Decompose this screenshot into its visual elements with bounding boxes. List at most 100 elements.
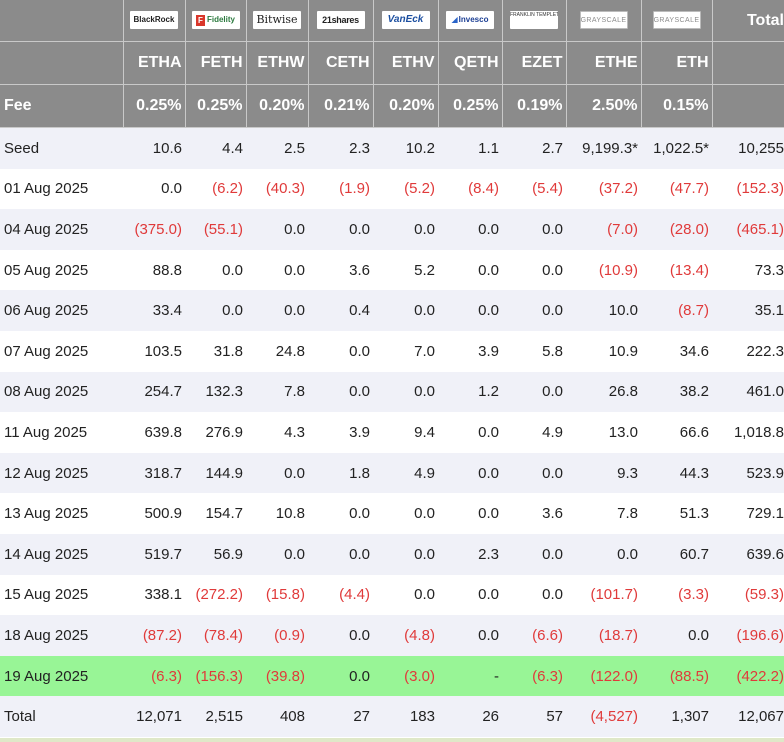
table-cell: 38.2	[641, 371, 712, 413]
table-cell: (10.9)	[566, 249, 641, 291]
table-cell: 73.3	[712, 249, 784, 291]
fee-ceth: 0.21%	[308, 84, 374, 128]
table-cell: 0.0	[502, 371, 566, 413]
table-cell: 51.3	[641, 493, 712, 534]
table-cell: 0.0	[308, 615, 373, 656]
issuer-logo-grayscale-ethe: GRAYSCALE	[566, 0, 642, 42]
table-cell: 12,071	[123, 696, 185, 737]
ticker-qeth: QETH	[438, 41, 503, 85]
table-cell: 132.3	[185, 371, 246, 413]
table-cell: 0.0	[502, 452, 566, 494]
row-label: 12 Aug 2025	[0, 452, 123, 494]
table-cell: 144.9	[185, 452, 246, 494]
table-cell: 60.7	[641, 533, 712, 575]
total-header: Total	[712, 0, 784, 42]
table-cell: 13.0	[566, 412, 641, 453]
table-cell: (196.6)	[712, 615, 784, 656]
row-label: Seed	[0, 127, 123, 169]
fee-label: Fee	[0, 84, 124, 128]
table-cell: 24.8	[246, 330, 308, 372]
row-label: 01 Aug 2025	[0, 168, 123, 210]
table-cell: 0.0	[438, 209, 502, 250]
fidelity-mark: F	[195, 14, 205, 26]
21shares-logo: 21shares	[316, 11, 365, 30]
table-row: 06 Aug 2025 33.4 0.0 0.0 0.4 0.0 0.0 0.0 10.0 (8.…	[0, 290, 784, 331]
table-cell: 338.1	[123, 574, 185, 616]
etf-flows-table: BlackRock F Fidelity Bitwise 21shares Van…	[0, 0, 784, 737]
table-cell: 5.8	[502, 330, 566, 372]
table-cell: (6.3)	[502, 655, 566, 697]
table-cell: 2.3	[308, 127, 373, 169]
row-label: 07 Aug 2025	[0, 330, 123, 372]
table-cell: 0.0	[373, 493, 438, 534]
table-cell: (18.7)	[566, 615, 641, 656]
ticker-row: ETHA FETH ETHW CETH ETHV QETH EZET ETHE …	[0, 41, 784, 85]
table-cell: 103.5	[123, 330, 185, 372]
fee-qeth: 0.25%	[438, 84, 503, 128]
table-cell: 639.8	[123, 412, 185, 453]
table-cell: 1,307	[641, 696, 712, 737]
table-cell: 0.0	[438, 290, 502, 331]
table-cell: 10.6	[123, 127, 185, 169]
table-cell: (1.9)	[308, 168, 373, 210]
ticker-ethv: ETHV	[373, 41, 439, 85]
table-cell: 0.0	[502, 249, 566, 291]
fee-row: Fee 0.25% 0.25% 0.20% 0.21% 0.20% 0.25% …	[0, 84, 784, 128]
table-cell: 0.0	[566, 533, 641, 575]
invesco-logo: ◢Invesco	[446, 11, 494, 30]
ticker-ethw: ETHW	[246, 41, 309, 85]
table-cell: (39.8)	[246, 655, 308, 697]
table-cell: (5.2)	[373, 168, 438, 210]
flow-rows: Seed 10.6 4.4 2.5 2.3 10.2 1.1 2.7 9,199.3* 1,022…	[0, 127, 784, 737]
table-cell: 66.6	[641, 412, 712, 453]
ticker-ezet: EZET	[502, 41, 567, 85]
table-cell: 0.0	[502, 209, 566, 250]
row-label: 14 Aug 2025	[0, 533, 123, 575]
table-cell: 276.9	[185, 412, 246, 453]
table-cell: (40.3)	[246, 168, 308, 210]
table-cell: 34.6	[641, 330, 712, 372]
grayscale-logo: GRAYSCALE	[652, 11, 701, 30]
blackrock-logo: BlackRock	[130, 11, 178, 30]
table-cell: (4,527)	[566, 696, 641, 737]
table-cell: (7.0)	[566, 209, 641, 250]
table-cell: 27	[308, 696, 373, 737]
fee-total-cell	[712, 84, 784, 128]
table-cell: 2.5	[246, 127, 308, 169]
ticker-etha: ETHA	[123, 41, 186, 85]
ticker-label-cell	[0, 41, 124, 85]
table-cell: 0.0	[438, 412, 502, 453]
row-label: 06 Aug 2025	[0, 290, 123, 331]
table-cell: 3.6	[502, 493, 566, 534]
table-cell: (37.2)	[566, 168, 641, 210]
table-cell: (78.4)	[185, 615, 246, 656]
table-cell: (5.4)	[502, 168, 566, 210]
table-cell: (4.8)	[373, 615, 438, 656]
table-cell: 461.0	[712, 371, 784, 413]
corner-cell	[0, 0, 124, 42]
fee-eth: 0.15%	[641, 84, 713, 128]
table-cell: 154.7	[185, 493, 246, 534]
table-cell: 26	[438, 696, 502, 737]
table-cell: 10.9	[566, 330, 641, 372]
table-cell: 35.1	[712, 290, 784, 331]
table-cell: (6.3)	[123, 655, 185, 697]
table-cell: 0.0	[373, 371, 438, 413]
table-cell: 3.9	[308, 412, 373, 453]
table-cell: 0.0	[502, 533, 566, 575]
table-cell: 10.0	[566, 290, 641, 331]
table-cell: (101.7)	[566, 574, 641, 616]
fee-ethv: 0.20%	[373, 84, 439, 128]
table-cell: 0.0	[308, 493, 373, 534]
table-cell: 0.0	[185, 290, 246, 331]
table-cell: 4.3	[246, 412, 308, 453]
table-cell: 7.8	[566, 493, 641, 534]
table-cell: 4.9	[373, 452, 438, 494]
table-cell: 0.0	[438, 615, 502, 656]
table-cell: (122.0)	[566, 655, 641, 697]
issuer-logo-fidelity: F Fidelity	[185, 0, 247, 42]
table-cell: (0.9)	[246, 615, 308, 656]
fidelity-logo: F Fidelity	[191, 11, 240, 30]
table-cell: 1,018.8	[712, 412, 784, 453]
ticker-eth: ETH	[641, 41, 713, 85]
